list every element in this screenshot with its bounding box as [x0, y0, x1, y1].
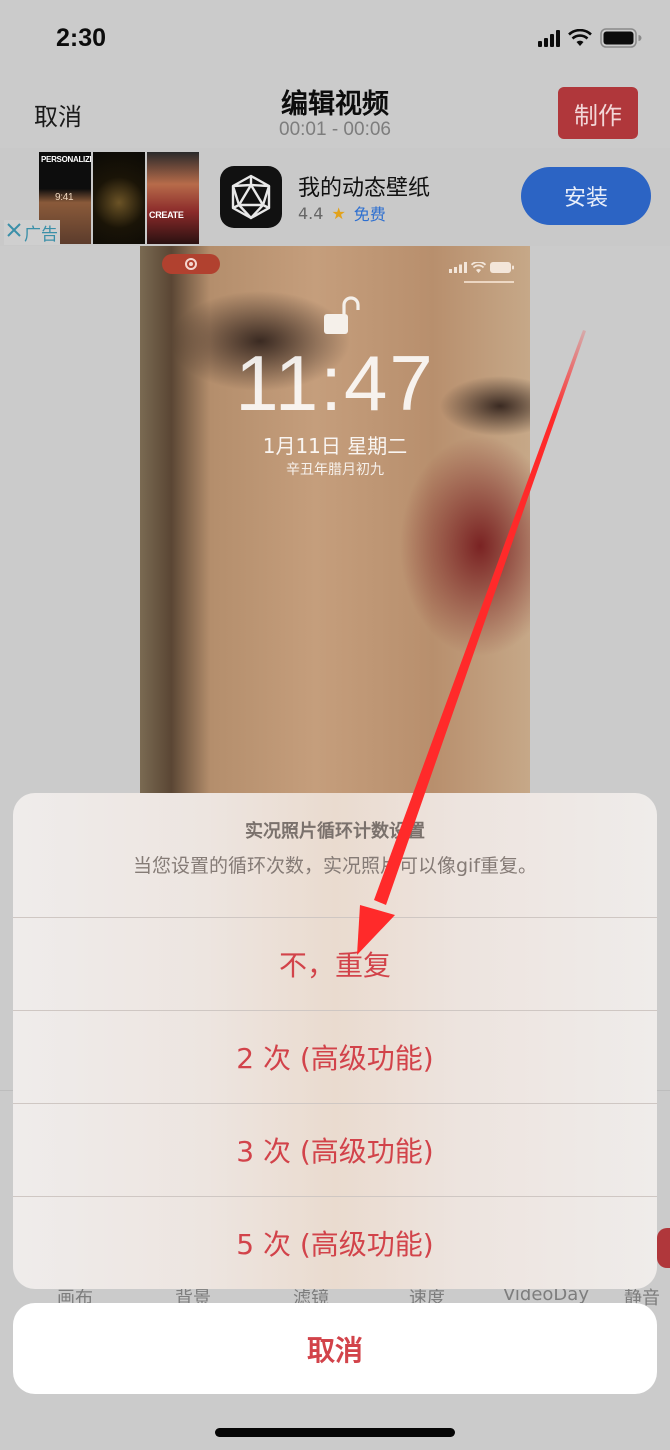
preview-status-icons: [449, 262, 514, 273]
ad-app-name[interactable]: 我的动态壁纸: [298, 170, 430, 202]
battery-icon: [490, 262, 514, 273]
option-no-repeat[interactable]: 不，重复: [13, 917, 657, 1010]
ad-screenshots: PERSONALIZE 9:41 CREATE: [39, 152, 199, 244]
status-time: 2:30: [56, 24, 107, 52]
live-photo-record-icon: [162, 254, 220, 274]
wifi-icon: [568, 29, 592, 47]
action-sheet-header: 实况照片循环计数设置 当您设置的循环次数，实况照片可以像gif重复。: [13, 793, 657, 917]
star-icon: ★: [331, 203, 346, 223]
action-sheet: 实况照片循环计数设置 当您设置的循环次数，实况照片可以像gif重复。 不，重复 …: [13, 793, 657, 1289]
ad-screenshot-caption: PERSONALIZE: [41, 155, 91, 164]
ad-app-meta: 4.4 ★ 免费: [298, 201, 386, 225]
cellular-signal-icon: [449, 262, 467, 273]
ad-close-button[interactable]: 广告: [4, 220, 60, 245]
ad-price: 免费: [353, 205, 386, 224]
wifi-icon: [471, 262, 486, 273]
side-tab[interactable]: [657, 1228, 670, 1268]
video-preview[interactable]: 11:47 1月11日 星期二 辛丑年腊月初九: [140, 246, 530, 806]
option-3-times[interactable]: 3 次 (高级功能): [13, 1103, 657, 1196]
option-5-times[interactable]: 5 次 (高级功能): [13, 1196, 657, 1289]
status-icons: [538, 28, 642, 48]
lockscreen-lunar-date: 辛丑年腊月初九: [286, 462, 384, 478]
ad-label: 广告: [24, 225, 58, 245]
ad-screenshot: [93, 152, 145, 244]
unlocked-padlock-icon: [324, 296, 360, 340]
ad-screenshot-lock-time: 9:41: [55, 192, 74, 203]
ad-banner[interactable]: PERSONALIZE 9:41 CREATE 广告 我的动态壁纸 4.4 ★ …: [0, 148, 670, 246]
ad-screenshot-caption: CREATE: [149, 210, 184, 220]
icosahedron-icon[interactable]: [220, 166, 282, 228]
lockscreen-time: 11:47: [235, 339, 435, 427]
lockscreen-date: 1月11日 星期二: [262, 434, 408, 458]
install-button[interactable]: 安装: [521, 167, 651, 225]
action-sheet-title: 实况照片循环计数设置: [245, 821, 425, 842]
option-2-times[interactable]: 2 次 (高级功能): [13, 1010, 657, 1103]
make-button[interactable]: 制作: [558, 87, 638, 139]
battery-icon: [600, 28, 642, 48]
action-sheet-cancel-button[interactable]: 取消: [13, 1303, 657, 1394]
ad-screenshot: CREATE: [147, 152, 199, 244]
ad-rating: 4.4: [298, 203, 324, 223]
close-x-icon: [6, 222, 22, 243]
action-sheet-message: 当您设置的循环次数，实况照片可以像gif重复。: [132, 855, 538, 877]
preview-notch-bar: [464, 281, 514, 283]
home-indicator: [215, 1428, 455, 1437]
cellular-signal-icon: [538, 29, 560, 47]
